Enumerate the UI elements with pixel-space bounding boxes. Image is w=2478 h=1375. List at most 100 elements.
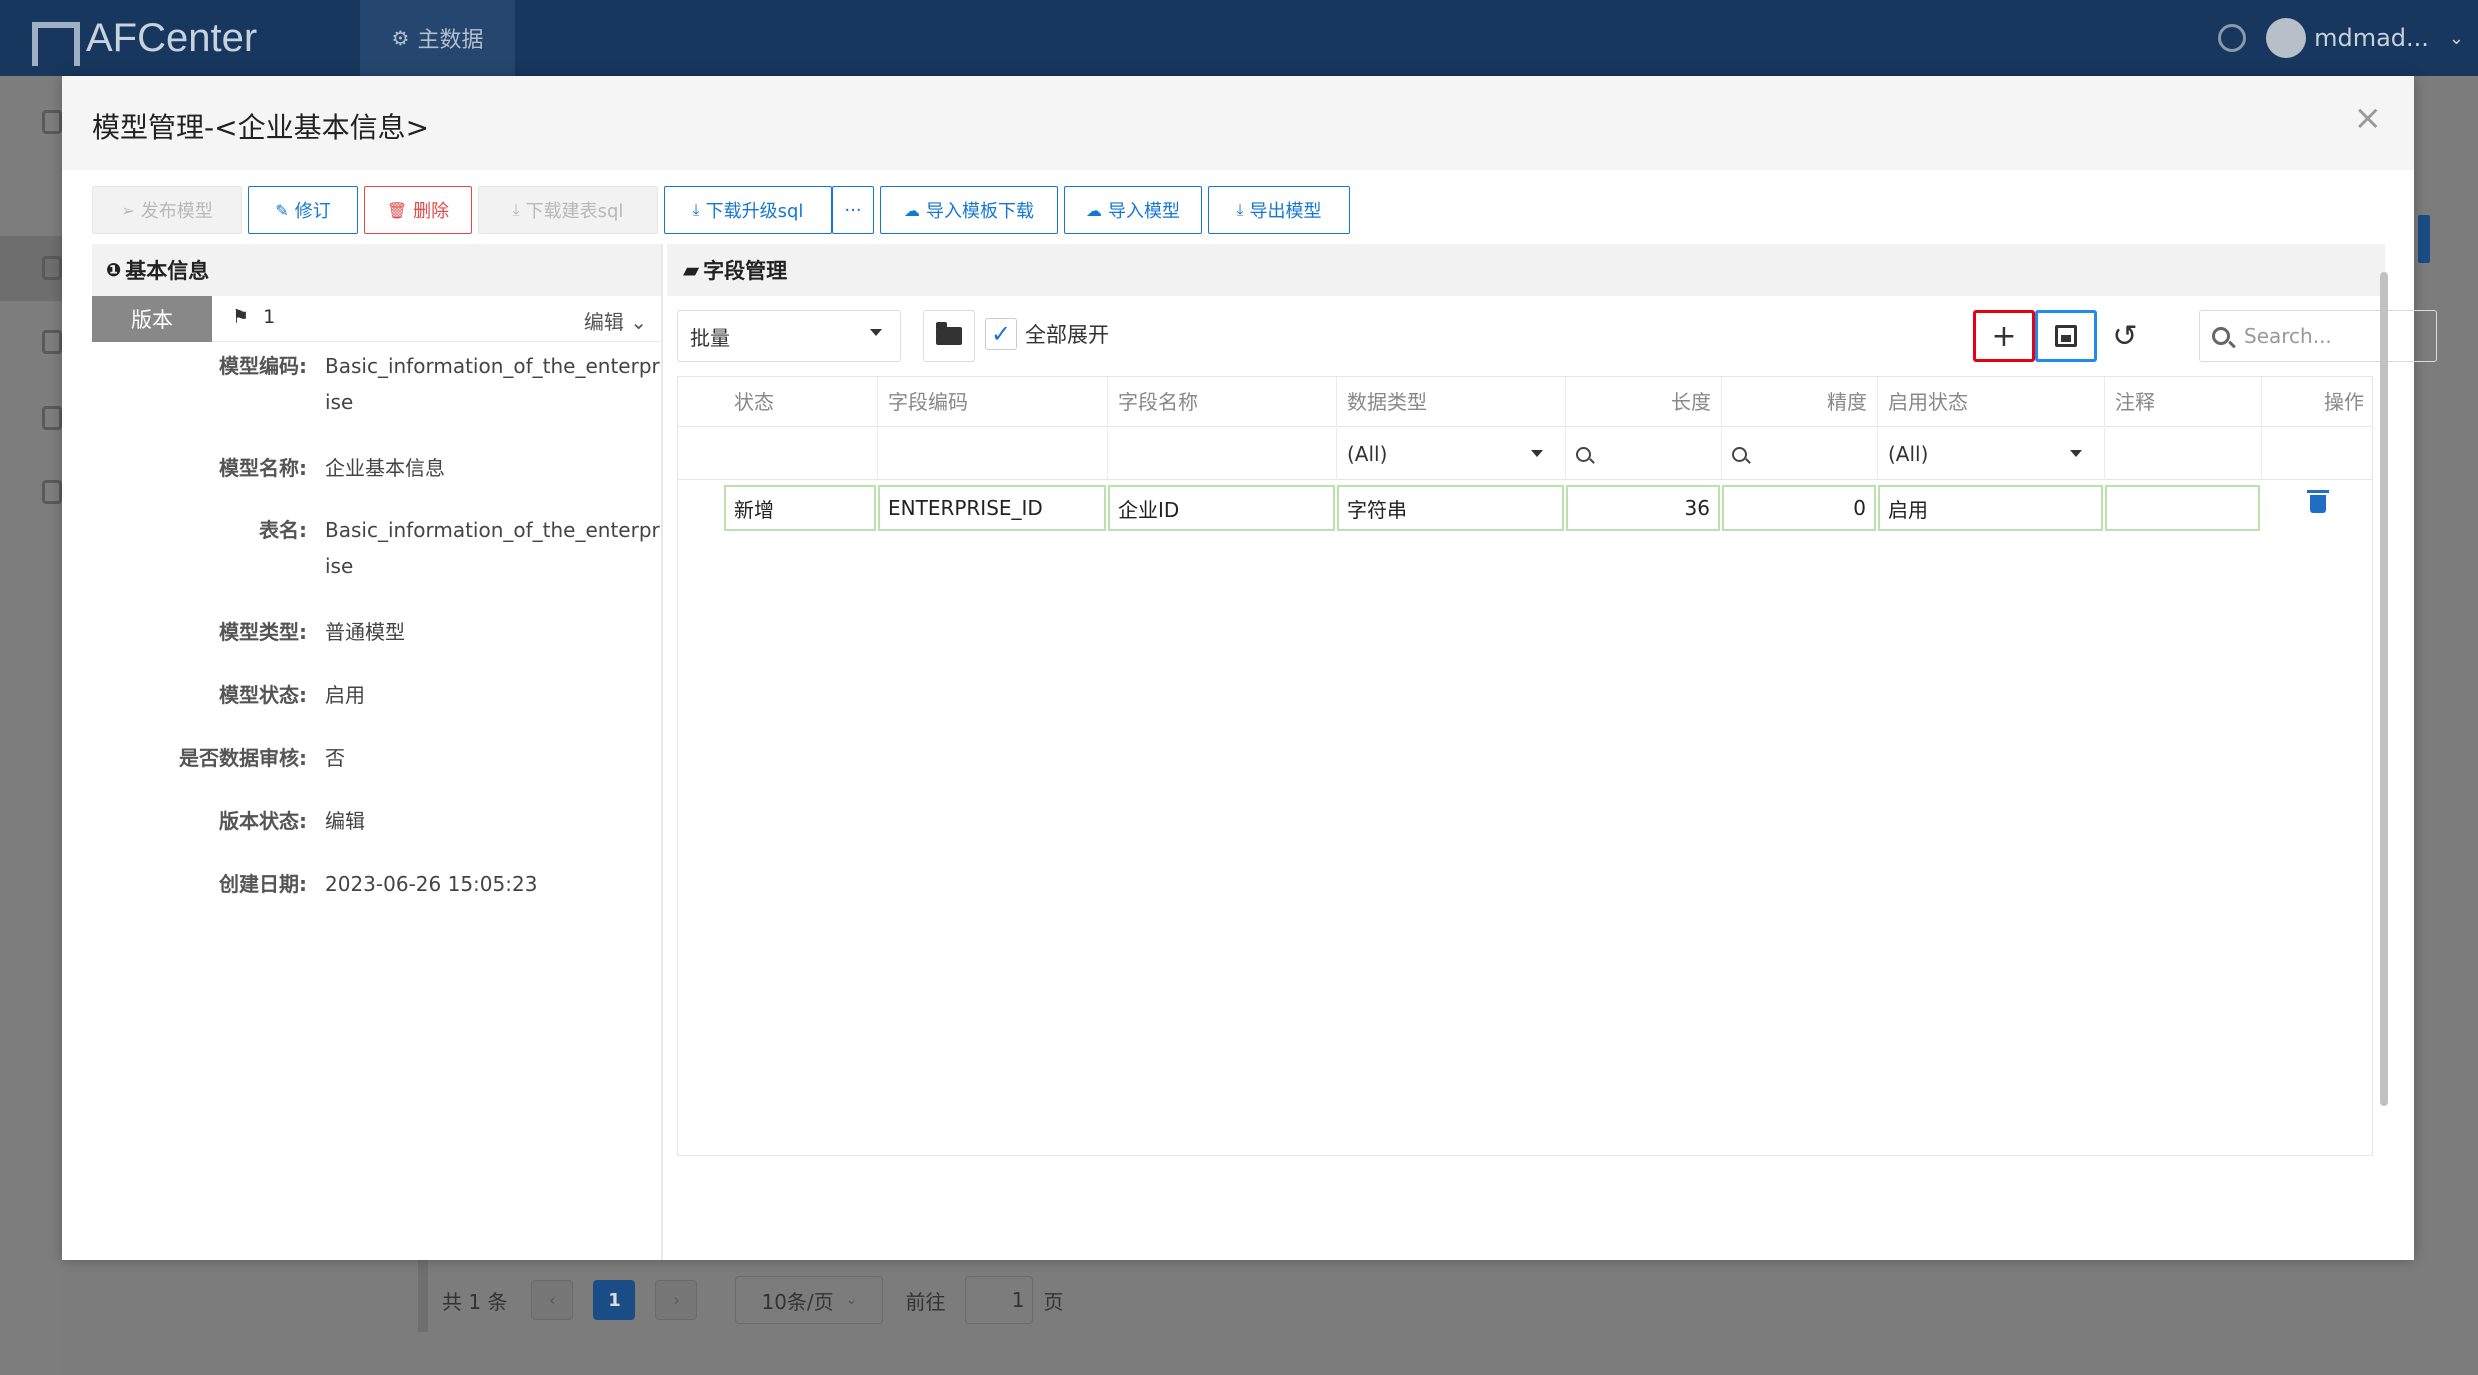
- prev-page-button[interactable]: ‹: [531, 1280, 574, 1320]
- cell-data-type[interactable]: 字符串: [1337, 485, 1564, 531]
- info-key: 模型类型:: [219, 620, 307, 644]
- col-field-name[interactable]: 字段名称: [1108, 377, 1337, 427]
- cell-field-name[interactable]: 企业ID: [1108, 485, 1335, 531]
- col-comment[interactable]: 注释: [2105, 377, 2262, 427]
- user-name[interactable]: mdmad...: [2314, 24, 2429, 52]
- basic-info-header: ❶ 基本信息: [92, 244, 661, 296]
- close-icon[interactable]: ×: [2354, 98, 2383, 138]
- undo-button[interactable]: ↺: [2101, 310, 2149, 362]
- edit-icon: ✎: [275, 200, 289, 220]
- filter-enable-status-select[interactable]: (All): [1878, 428, 2105, 480]
- checkmark-icon: ✓: [985, 318, 1017, 350]
- cloud-upload-icon: ☁: [904, 200, 920, 220]
- cell-enable-status[interactable]: 启用: [1878, 485, 2103, 531]
- flag-icon: ⚑: [232, 306, 250, 328]
- download-create-sql-label: 下载建表sql: [525, 201, 624, 222]
- undo-icon: ↺: [2112, 318, 2138, 354]
- download-icon: ⤓: [692, 200, 700, 219]
- filter-length[interactable]: [1566, 428, 1722, 480]
- col-enable-status[interactable]: 启用状态: [1878, 377, 2105, 427]
- publish-model-label: 发布模型: [140, 201, 213, 222]
- next-page-button[interactable]: ›: [655, 1280, 698, 1320]
- cloud-upload-icon: ☁: [1086, 200, 1102, 220]
- chevron-down-icon[interactable]: ⌄: [2449, 28, 2464, 49]
- cell-status[interactable]: 新增: [724, 485, 876, 531]
- basic-info-panel: ❶ 基本信息 版本 ⚑ 1 编辑 ⌄ 模型编码: Basic_informati…: [92, 244, 663, 1260]
- page-suffix: 页: [1043, 1289, 1064, 1314]
- search-input[interactable]: Search...: [2199, 310, 2437, 362]
- info-value: Basic_information_of_the_enterprise: [325, 354, 660, 414]
- filter-field-code[interactable]: [878, 428, 1108, 480]
- filter-field-name[interactable]: [1108, 428, 1337, 480]
- field-management-title: 字段管理: [703, 259, 788, 283]
- col-precision[interactable]: 精度: [1722, 377, 1878, 427]
- version-number: 1: [263, 306, 276, 328]
- col-length[interactable]: 长度: [1566, 377, 1722, 427]
- filter-comment[interactable]: [2105, 428, 2262, 480]
- basic-info-title: 基本信息: [125, 259, 210, 283]
- batch-select-value: 批量: [690, 325, 730, 350]
- sidebar-security-icon[interactable]: [42, 480, 62, 504]
- cell-length[interactable]: 36: [1566, 485, 1720, 531]
- caret-down-icon: [2070, 450, 2082, 457]
- goto-page-input[interactable]: 1: [965, 1276, 1034, 1324]
- sidebar-shield-icon[interactable]: [42, 330, 62, 354]
- download-create-sql-button[interactable]: ⤓ 下载建表sql: [478, 186, 658, 234]
- filter-data-type-select[interactable]: (All): [1337, 428, 1566, 480]
- publish-model-button[interactable]: ➢ 发布模型: [92, 186, 242, 234]
- filter-data-type-value: (All): [1347, 442, 1388, 466]
- avatar[interactable]: [2266, 18, 2307, 58]
- filter-status[interactable]: [678, 428, 878, 480]
- import-template-download-button[interactable]: ☁ 导入模板下载: [880, 186, 1058, 234]
- info-value: 编辑: [325, 809, 365, 833]
- cell-field-code[interactable]: ENTERPRISE_ID: [878, 485, 1106, 531]
- search-icon: [2212, 327, 2230, 345]
- revise-label: 修订: [294, 201, 331, 222]
- table-row[interactable]: 新增 ENTERPRISE_ID 企业ID 字符串 36 0 启用: [678, 481, 2372, 533]
- info-key: 是否数据审核:: [179, 746, 307, 770]
- background-action-button[interactable]: [2418, 215, 2430, 263]
- caret-down-icon: [870, 329, 882, 336]
- delete-row-trash-icon[interactable]: [2307, 490, 2329, 513]
- dialog-title: 模型管理-<企业基本信息>: [92, 111, 430, 144]
- open-folder-button[interactable]: [923, 310, 975, 362]
- info-value: Basic_information_of_the_enterprise: [325, 518, 660, 578]
- import-model-button[interactable]: ☁ 导入模型: [1064, 186, 1202, 234]
- version-edit-dropdown[interactable]: 编辑 ⌄: [584, 306, 647, 335]
- save-button[interactable]: [2035, 310, 2097, 362]
- chevron-down-icon: ⌄: [845, 1292, 858, 1308]
- nav-master-data[interactable]: ⚙ 主数据: [360, 0, 515, 76]
- trash-icon: 🗑: [386, 200, 408, 220]
- delete-button[interactable]: 🗑 删除: [364, 186, 472, 234]
- language-icon[interactable]: [2218, 24, 2247, 52]
- expand-all-checkbox[interactable]: ✓ 全部展开: [985, 318, 1109, 350]
- revise-button[interactable]: ✎ 修订: [248, 186, 358, 234]
- export-model-button[interactable]: ⤓ 导出模型: [1208, 186, 1350, 234]
- plus-icon: +: [1991, 318, 2017, 354]
- version-value[interactable]: ⚑ 1: [232, 306, 275, 328]
- logo-text: AFCenter: [86, 15, 258, 60]
- import-model-label: 导入模型: [1108, 201, 1180, 222]
- sidebar-settings-icon[interactable]: [42, 406, 62, 430]
- cell-comment[interactable]: [2105, 485, 2260, 531]
- info-key: 创建日期:: [219, 872, 307, 896]
- col-status[interactable]: 状态: [678, 377, 878, 427]
- cell-precision[interactable]: 0: [1722, 485, 1876, 531]
- col-field-code[interactable]: 字段编码: [878, 377, 1108, 427]
- page-1-button[interactable]: 1: [593, 1280, 636, 1320]
- sidebar-calendar-icon[interactable]: [42, 110, 62, 134]
- batch-select[interactable]: 批量: [677, 310, 901, 362]
- col-data-type[interactable]: 数据类型: [1337, 377, 1566, 427]
- more-button[interactable]: ···: [832, 186, 874, 234]
- vertical-scrollbar[interactable]: [2380, 272, 2388, 1106]
- version-label: 版本: [92, 296, 212, 342]
- filter-actions: [2262, 428, 2374, 480]
- download-upgrade-sql-button[interactable]: ⤓ 下载升级sql: [664, 186, 832, 234]
- caret-down-icon: [1531, 450, 1543, 457]
- page-size-select[interactable]: 10条/页 ⌄: [735, 1276, 884, 1324]
- filter-precision[interactable]: [1722, 428, 1878, 480]
- app-logo[interactable]: AFCenter: [32, 10, 257, 66]
- sidebar-database-icon[interactable]: [42, 256, 62, 280]
- add-row-button[interactable]: +: [1973, 310, 2035, 362]
- filter-enable-status-value: (All): [1888, 442, 1929, 466]
